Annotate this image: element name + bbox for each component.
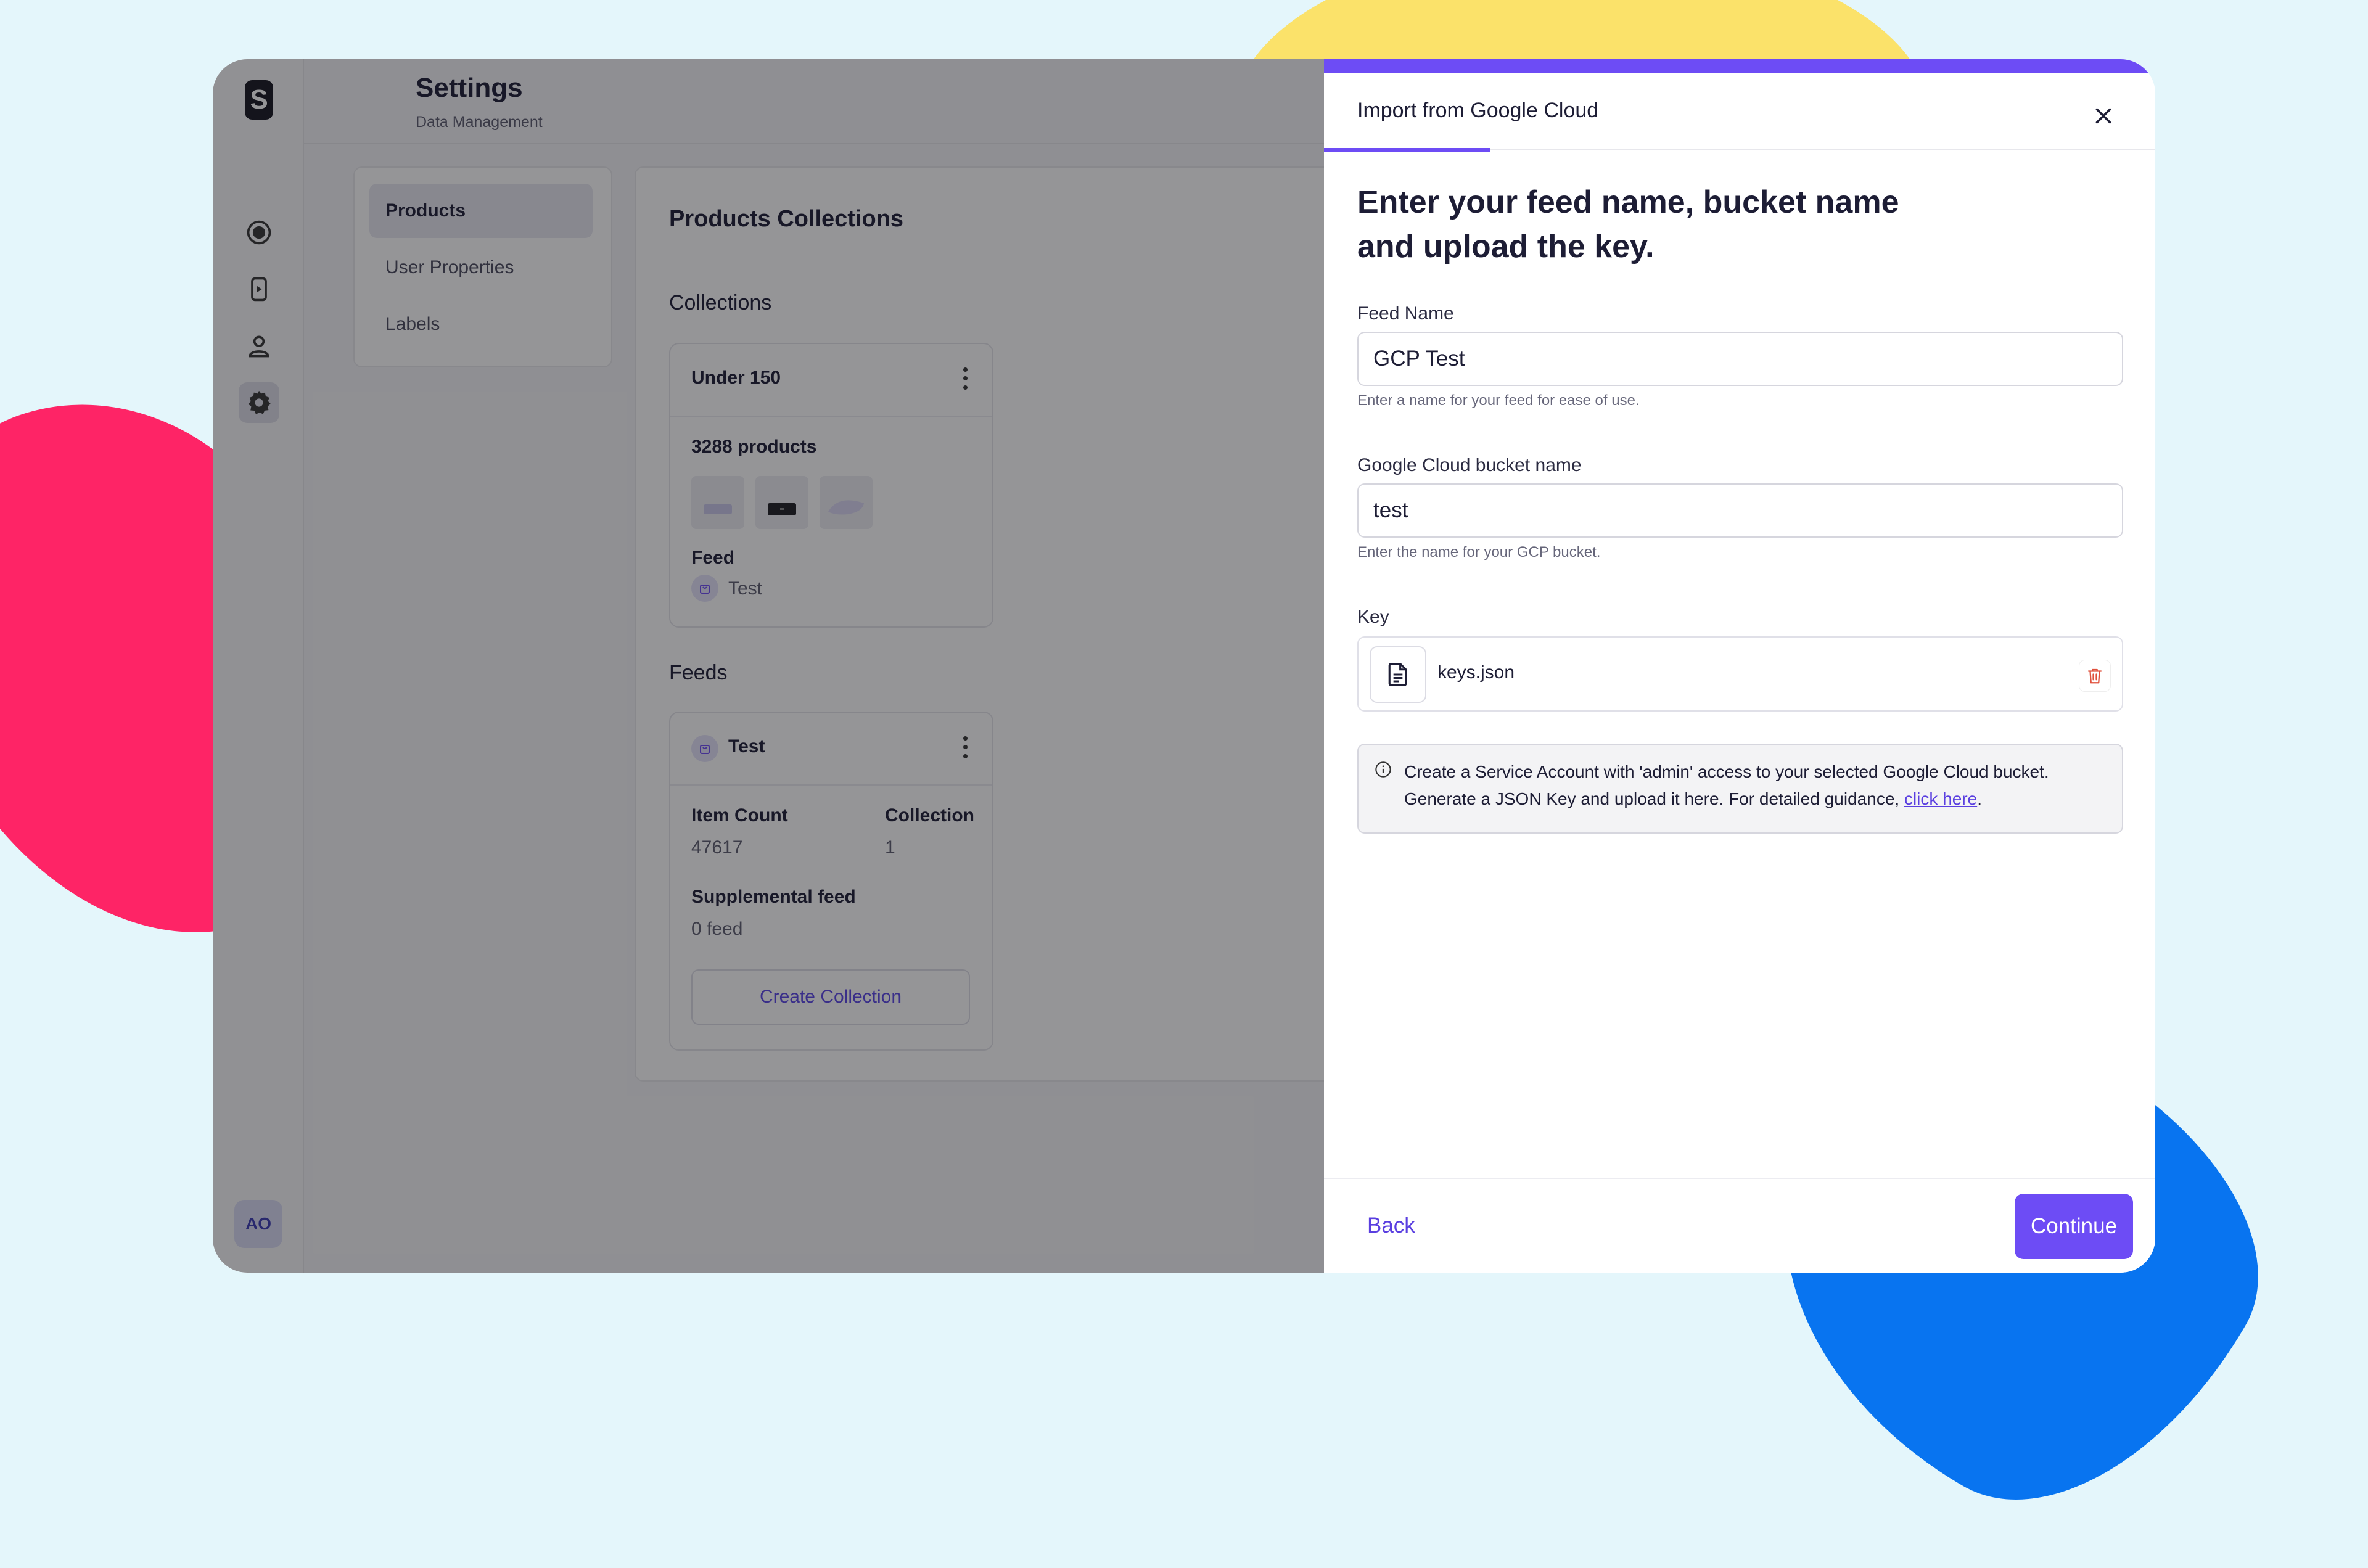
key-file-item: keys.json: [1357, 636, 2123, 712]
divider: [1324, 1178, 2155, 1179]
modal-heading-line1: Enter your feed name, bucket name: [1357, 184, 1899, 220]
file-icon: [1370, 646, 1426, 703]
info-icon: [1375, 761, 1391, 778]
trash-icon[interactable]: [2079, 660, 2111, 692]
feed-name-input[interactable]: [1357, 332, 2123, 386]
modal-backdrop[interactable]: [213, 59, 1324, 1273]
info-text-line2-suffix: .: [1977, 789, 1982, 808]
key-filename: keys.json: [1437, 662, 1515, 683]
feed-name-label: Feed Name: [1357, 303, 1454, 324]
bucket-name-help: Enter the name for your GCP bucket.: [1357, 544, 1601, 560]
guidance-link[interactable]: click here: [1904, 789, 1977, 808]
continue-button[interactable]: Continue: [2015, 1194, 2133, 1259]
bucket-name-label: Google Cloud bucket name: [1357, 455, 1582, 475]
info-text-line1: Create a Service Account with 'admin' ac…: [1404, 762, 2049, 781]
modal-heading: Enter your feed name, bucket name and up…: [1357, 180, 1974, 269]
back-button[interactable]: Back: [1367, 1213, 1415, 1238]
bucket-name-input[interactable]: [1357, 483, 2123, 538]
feed-name-help: Enter a name for your feed for ease of u…: [1357, 392, 1640, 409]
modal-heading-line2: and upload the key.: [1357, 229, 1655, 265]
close-icon[interactable]: [2089, 101, 2118, 131]
import-modal: Import from Google Cloud Enter your feed…: [1324, 59, 2155, 1273]
active-tab-indicator: [1324, 148, 1490, 152]
info-text-line2-prefix: Generate a JSON Key and upload it here. …: [1404, 789, 1904, 808]
app-window: S AO Settings Data Management Products U…: [213, 59, 2155, 1273]
info-text-line2: Generate a JSON Key and upload it here. …: [1404, 789, 1982, 809]
tab-import-google-cloud[interactable]: Import from Google Cloud: [1357, 99, 1598, 123]
key-label: Key: [1357, 607, 1389, 627]
modal-accent-bar: [1324, 59, 2155, 73]
info-callout: Create a Service Account with 'admin' ac…: [1357, 744, 2123, 834]
